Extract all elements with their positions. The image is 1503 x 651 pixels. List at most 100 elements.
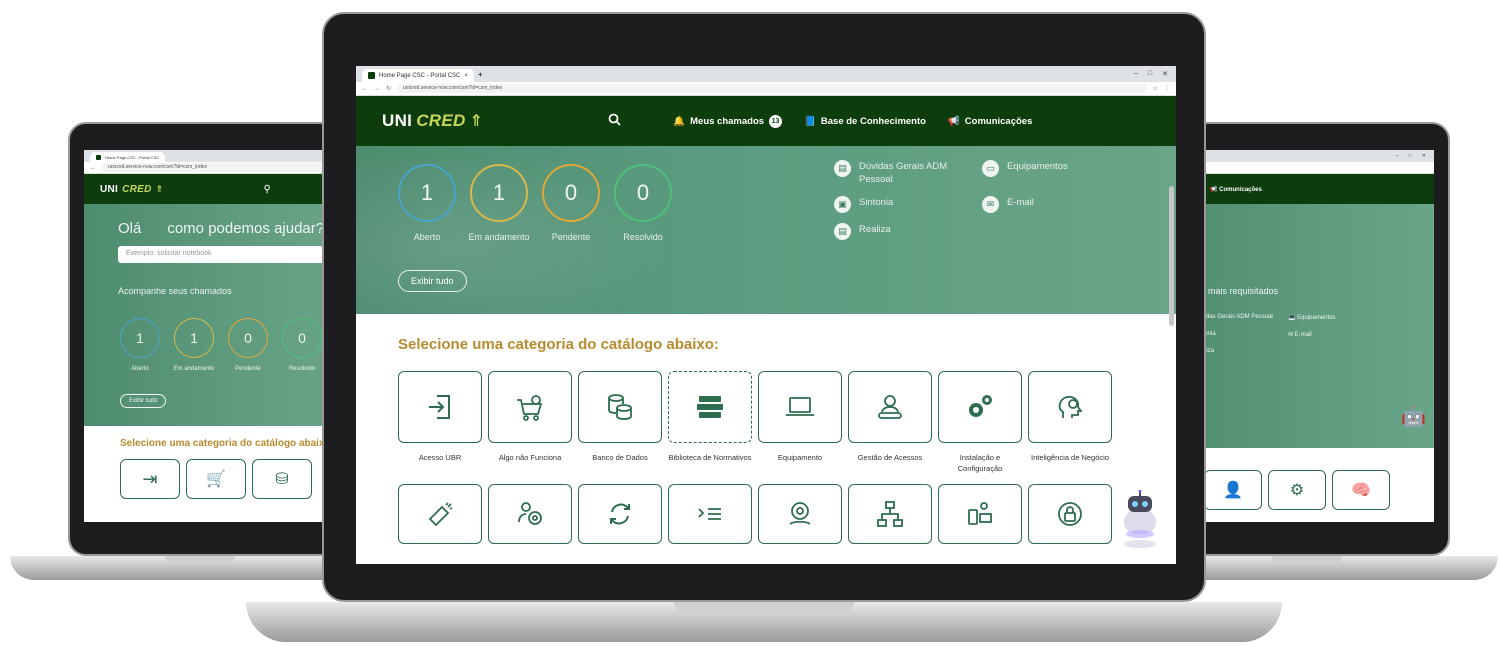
nav-comunicacoes[interactable]: 📢 Comunicações <box>948 116 1032 127</box>
right-link-email[interactable]: ✉ E-mail <box>1288 331 1378 338</box>
close-icon[interactable]: ✕ <box>1162 70 1168 78</box>
greeting-text: Olá <box>118 220 142 237</box>
search-icon[interactable] <box>608 113 621 129</box>
chatbot-robot-icon[interactable] <box>1118 489 1162 550</box>
minimize-icon[interactable]: – <box>1396 153 1399 159</box>
bookmark-icon[interactable]: ☆ <box>1153 85 1158 92</box>
link-equipamentos[interactable]: ▭ Equipamentos <box>982 160 1102 186</box>
nav-base-conhecimento[interactable]: 📘 Base de Conhecimento <box>804 116 926 127</box>
card-dispositivos[interactable] <box>938 484 1022 544</box>
counter-pendente[interactable]: 0 Pendente <box>542 164 600 242</box>
left-counter-andamento[interactable]: 1 Em andamento <box>174 318 214 372</box>
left-counter-pendente[interactable]: 0 Pendente <box>228 318 268 372</box>
nav-base-conhecimento-label: Base de Conhecimento <box>820 115 926 127</box>
left-browser-tab[interactable]: Home Page CSC - Portal CSC <box>90 152 166 162</box>
right-card-gestao[interactable]: 👤 <box>1204 470 1262 510</box>
link-sintonia[interactable]: ▣ Sintonia <box>834 196 982 213</box>
window-controls: – □ ✕ <box>1134 70 1176 78</box>
link-duvidas-gerais[interactable]: ▤ Dúvidas Gerais ADM Pessoal <box>834 160 982 186</box>
lock-icon <box>1028 484 1112 544</box>
left-card-algo[interactable]: 🛒 <box>186 459 246 499</box>
maximize-icon[interactable]: □ <box>1409 153 1412 159</box>
left-laptop-screen: Home Page CSC - Portal CSC ← unicred.ser… <box>84 150 344 522</box>
login-icon <box>398 371 482 443</box>
catalog-row-1: Acesso UBR Algo não Funciona Banco de Da… <box>398 371 1134 476</box>
close-icon[interactable]: ✕ <box>1422 153 1426 159</box>
card-atualizacao[interactable] <box>578 484 662 544</box>
right-link-sintonia[interactable]: Sintonia <box>1194 331 1288 338</box>
back-icon[interactable]: ← <box>362 86 368 92</box>
laptop-icon: ▭ <box>982 160 999 177</box>
link-label: E-mail <box>1007 197 1034 208</box>
card-comunicacao[interactable] <box>398 484 482 544</box>
right-card-instalacao[interactable]: ⚙ <box>1268 470 1326 510</box>
card-gestao-de-acessos[interactable]: Gestão de Acessos <box>848 371 932 476</box>
new-tab-icon[interactable]: + <box>478 70 483 79</box>
counter-label: Pendente <box>551 232 591 242</box>
maximize-icon[interactable]: □ <box>1148 70 1152 78</box>
menu-icon[interactable]: ⋮ <box>1164 85 1170 92</box>
card-financeiro[interactable] <box>758 484 842 544</box>
tab-close-icon[interactable]: × <box>464 73 468 79</box>
link-email[interactable]: ✉ E-mail <box>982 196 1102 213</box>
left-exibir-tudo-button[interactable]: Exibir tudo <box>120 394 167 408</box>
right-base-notch <box>1272 556 1342 562</box>
right-link-label: Equipamentos <box>1297 315 1336 321</box>
left-counter-aberto[interactable]: 1 Aberto <box>120 318 160 372</box>
left-counter-resolvido[interactable]: 0 Resolvido <box>282 318 322 372</box>
left-base-notch <box>165 556 235 562</box>
nav-meus-chamados[interactable]: 🔔 Meus chamados 13 <box>673 114 783 128</box>
right-nav-comunicacoes[interactable]: 📢 Comunicações <box>1210 186 1262 193</box>
card-label: Acesso UBR <box>418 453 462 462</box>
exibir-tudo-button[interactable]: Exibir tudo <box>398 270 467 292</box>
left-card-acesso[interactable]: ⇥ <box>120 459 180 499</box>
card-instalacao-configuracao[interactable]: Instalação e Configuração <box>938 371 1022 476</box>
browser-tab[interactable]: Home Page CSC - Portal CSC × <box>362 69 474 82</box>
card-algo-nao-funciona[interactable]: Algo não Funciona <box>488 371 572 476</box>
card-banco-de-dados[interactable]: Banco de Dados <box>578 371 662 476</box>
left-logo: UNI CRED ⇑ <box>100 184 164 195</box>
back-icon[interactable]: ← <box>90 165 96 171</box>
unicred-logo[interactable]: UNI CRED ⇑ <box>382 111 483 131</box>
card-acesso-ubr[interactable]: Acesso UBR <box>398 371 482 476</box>
card-equipamento[interactable]: Equipamento <box>758 371 842 476</box>
right-card-inteligencia[interactable]: 🧠 <box>1332 470 1390 510</box>
card-biblioteca-normativos[interactable]: Biblioteca de Normativos <box>668 371 752 476</box>
page-scrollbar[interactable] <box>1169 186 1174 326</box>
left-card-banco[interactable]: ⛁ <box>252 459 312 499</box>
link-realiza[interactable]: ▤ Realiza <box>834 223 982 240</box>
counter-resolvido[interactable]: 0 Resolvido <box>614 164 672 242</box>
card-seguranca[interactable] <box>1028 484 1112 544</box>
right-robot-icon[interactable]: 🤖 <box>1401 404 1426 429</box>
document-icon: ▤ <box>834 223 851 240</box>
megaphone-icon <box>398 484 482 544</box>
minimize-icon[interactable]: – <box>1134 70 1138 78</box>
counter-em-andamento[interactable]: 1 Em andamento <box>468 164 530 242</box>
right-link-duvidas[interactable]: Dúvidas Gerais ADM Pessoal <box>1194 314 1288 321</box>
counter-label: Em andamento <box>468 232 530 242</box>
left-search-icon[interactable]: ⚲ <box>264 184 271 195</box>
card-rede[interactable] <box>848 484 932 544</box>
right-link-realiza[interactable]: Realiza <box>1194 348 1288 354</box>
forward-icon[interactable]: → <box>374 86 380 92</box>
book-icon: 📘 <box>804 115 816 127</box>
left-greeting: Olá como podemos ajudar? <box>118 220 324 237</box>
counter-aberto[interactable]: 1 Aberto <box>398 164 456 242</box>
left-url-field[interactable]: unicred.service-now.com/csm?id=csm_index <box>102 163 338 172</box>
card-label: Gestão de Acessos <box>857 453 923 462</box>
card-pessoas[interactable] <box>488 484 572 544</box>
reload-icon[interactable]: ↻ <box>386 85 391 92</box>
url-field[interactable]: unicred.service-now.com/csm?id=csm_index <box>397 84 1147 93</box>
left-counter-ring: 1 <box>120 318 160 358</box>
card-inteligencia-negocio[interactable]: Inteligência de Negócio <box>1028 371 1112 476</box>
brain-icon <box>1028 371 1112 443</box>
network-icon <box>848 484 932 544</box>
question-text: como podemos ajudar? <box>167 220 325 237</box>
left-search-input[interactable]: Exemplo: solicitar notebook <box>118 246 344 263</box>
right-link-equipamentos[interactable]: 💻 Equipamentos <box>1288 314 1378 321</box>
catalog-title: Selecione uma categoria do catálogo abai… <box>398 336 719 353</box>
card-lista[interactable] <box>668 484 752 544</box>
logo-text-em: CRED <box>416 111 466 130</box>
refresh-icon <box>578 484 662 544</box>
nav-meus-chamados-label: Meus chamados <box>690 115 765 127</box>
